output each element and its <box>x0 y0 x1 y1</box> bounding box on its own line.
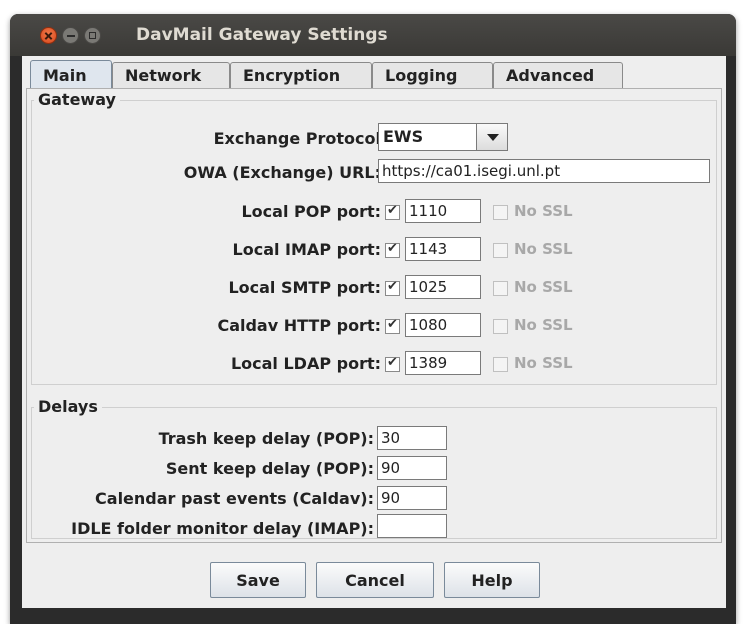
tab-advanced[interactable]: Advanced <box>493 62 623 88</box>
calendar-past-events-label: Calendar past events (Caldav): <box>95 489 374 508</box>
sent-delay-label: Sent keep delay (POP): <box>165 459 374 478</box>
smtp-nossl-checkbox[interactable] <box>493 281 508 296</box>
settings-window: DavMail Gateway Settings Main Network En… <box>10 14 736 624</box>
gateway-legend: Gateway <box>34 90 120 109</box>
idle-delay-input[interactable] <box>377 514 447 538</box>
ldap-port-label: Local LDAP port: <box>230 354 381 373</box>
imap-port-enabled-checkbox[interactable] <box>385 241 400 258</box>
trash-delay-label: Trash keep delay (POP): <box>158 429 374 448</box>
pop-port-enabled-checkbox[interactable] <box>385 203 400 220</box>
maximize-icon[interactable] <box>84 27 101 44</box>
exchange-protocol-value: EWS <box>383 127 424 146</box>
ldap-port-enabled-checkbox[interactable] <box>385 355 400 372</box>
help-button[interactable]: Help <box>444 562 540 598</box>
pop-nossl-checkbox[interactable] <box>493 205 508 220</box>
ldap-nossl-checkbox[interactable] <box>493 357 508 372</box>
imap-nossl-label: No SSL <box>514 240 573 258</box>
imap-port-input[interactable]: 1143 <box>405 237 481 261</box>
tab-logging[interactable]: Logging <box>372 62 493 88</box>
caldav-port-label: Caldav HTTP port: <box>217 316 381 335</box>
calendar-past-events-input[interactable]: 90 <box>377 486 447 510</box>
pop-port-input[interactable]: 1110 <box>405 199 481 223</box>
smtp-port-label: Local SMTP port: <box>228 278 381 297</box>
gateway-group: Gateway Exchange Protocol EWS OWA (Excha… <box>31 90 717 385</box>
tab-main[interactable]: Main <box>30 60 112 90</box>
exchange-protocol-label: Exchange Protocol <box>213 129 381 148</box>
main-tab-panel: Gateway Exchange Protocol EWS OWA (Excha… <box>26 88 722 543</box>
delays-group: Delays Trash keep delay (POP): 30 Sent k… <box>31 397 717 539</box>
sent-delay-input[interactable]: 90 <box>377 456 447 480</box>
pop-port-label: Local POP port: <box>241 202 381 221</box>
smtp-port-input[interactable]: 1025 <box>405 275 481 299</box>
caldav-port-input[interactable]: 1080 <box>405 313 481 337</box>
button-bar: Save Cancel Help <box>22 546 726 608</box>
delays-legend: Delays <box>34 397 102 416</box>
minimize-icon[interactable] <box>62 27 79 44</box>
chevron-down-icon[interactable] <box>476 124 507 150</box>
title-bar: DavMail Gateway Settings <box>10 14 736 56</box>
caldav-nossl-checkbox[interactable] <box>493 319 508 334</box>
caldav-port-enabled-checkbox[interactable] <box>385 317 400 334</box>
dialog-body: Main Network Encryption Logging Advanced… <box>22 56 726 608</box>
ldap-nossl-label: No SSL <box>514 354 573 372</box>
idle-delay-label: IDLE folder monitor delay (IMAP): <box>71 519 374 538</box>
owa-url-input[interactable]: https://ca01.isegi.unl.pt <box>378 159 710 183</box>
trash-delay-input[interactable]: 30 <box>377 426 447 450</box>
smtp-nossl-label: No SSL <box>514 278 573 296</box>
smtp-port-enabled-checkbox[interactable] <box>385 279 400 296</box>
tab-encryption[interactable]: Encryption <box>230 62 372 88</box>
save-button[interactable]: Save <box>210 562 306 598</box>
pop-nossl-label: No SSL <box>514 202 573 220</box>
imap-port-label: Local IMAP port: <box>232 240 381 259</box>
exchange-protocol-select[interactable]: EWS <box>378 123 508 151</box>
tab-network[interactable]: Network <box>112 62 230 88</box>
owa-url-label: OWA (Exchange) URL: <box>183 163 381 182</box>
cancel-button[interactable]: Cancel <box>316 562 434 598</box>
imap-nossl-checkbox[interactable] <box>493 243 508 258</box>
caldav-nossl-label: No SSL <box>514 316 573 334</box>
close-icon[interactable] <box>40 27 57 44</box>
ldap-port-input[interactable]: 1389 <box>405 351 481 375</box>
window-bottom-border <box>10 608 736 624</box>
window-title: DavMail Gateway Settings <box>136 25 388 45</box>
